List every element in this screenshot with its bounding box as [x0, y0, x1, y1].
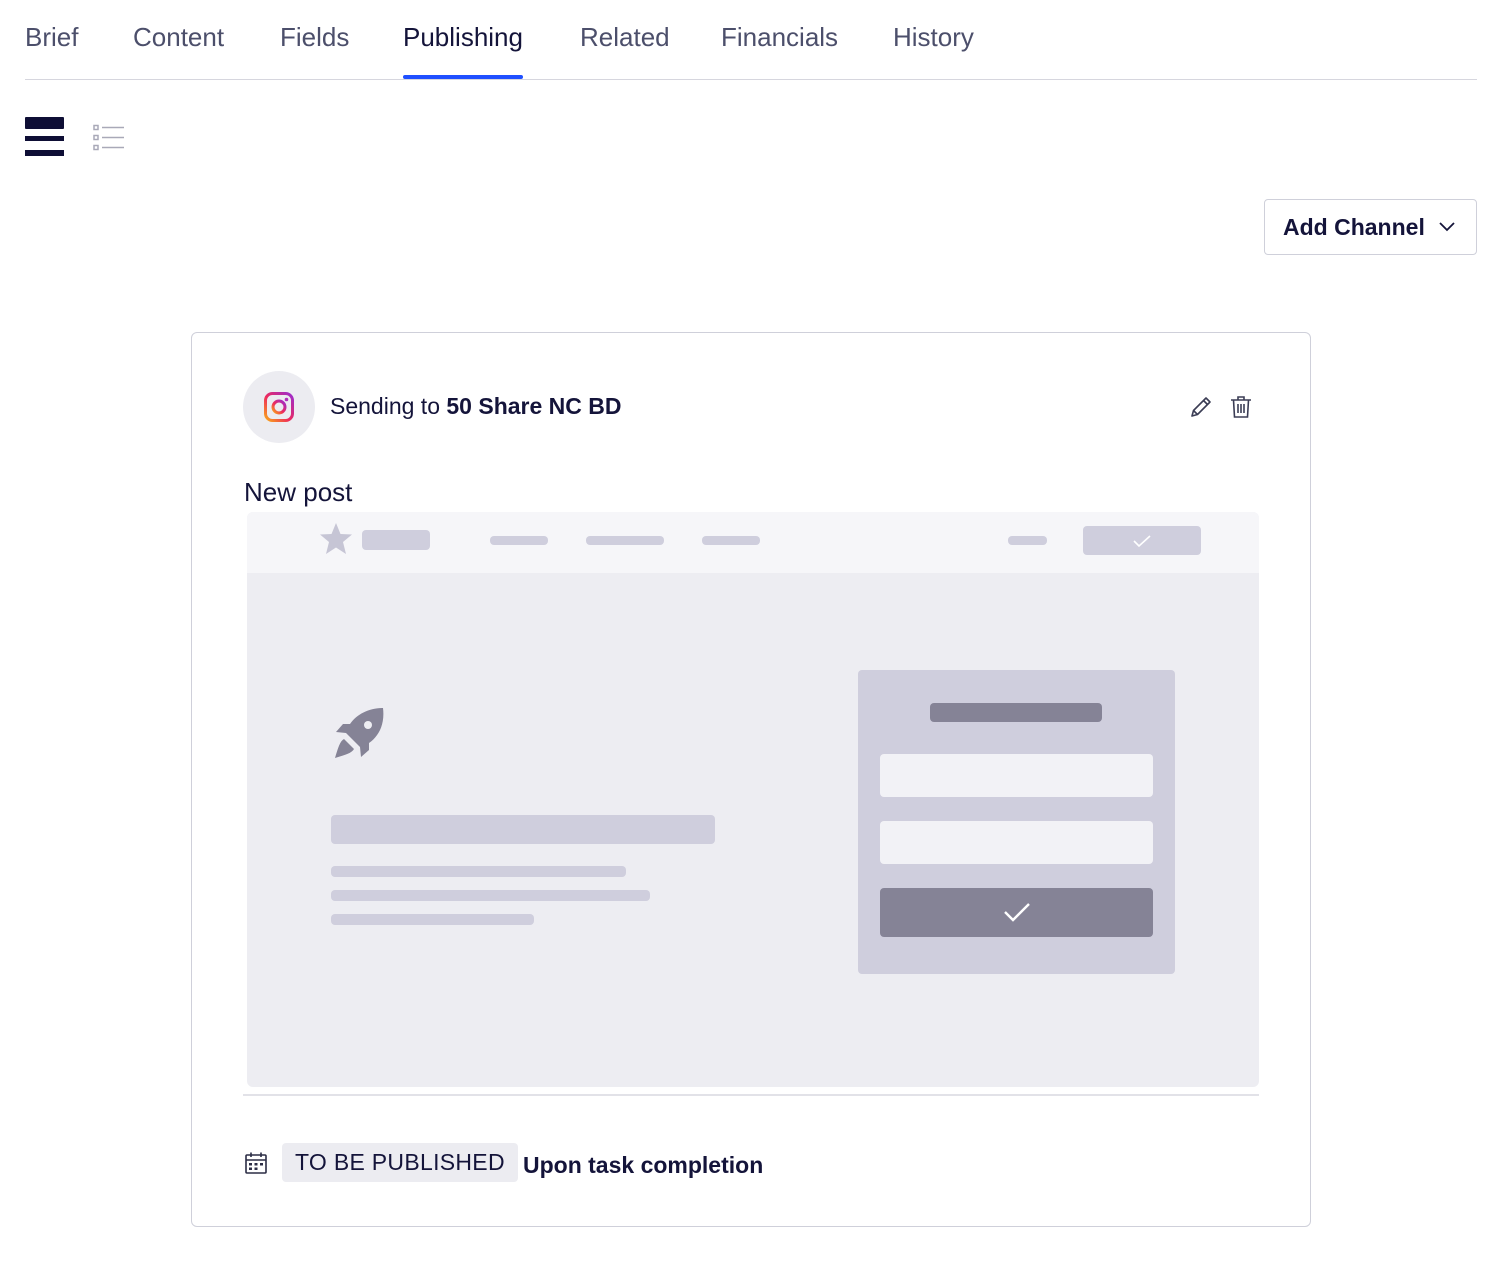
preview-nav-bar	[490, 536, 548, 545]
card-view-button[interactable]	[25, 117, 64, 157]
card-divider	[243, 1094, 1259, 1096]
tab-bar: Brief Content Fields Publishing Related …	[25, 0, 1477, 80]
preview-text-line	[331, 866, 626, 877]
trash-icon	[1231, 396, 1251, 418]
preview-nav-bar	[702, 536, 760, 545]
preview-header-button	[1083, 526, 1201, 555]
list-view-button[interactable]	[93, 124, 125, 152]
status-badge: TO BE PUBLISHED	[282, 1143, 518, 1182]
add-channel-button[interactable]: Add Channel	[1264, 199, 1477, 255]
card-view-icon	[25, 117, 64, 156]
check-icon	[1004, 903, 1030, 922]
tab-related[interactable]: Related	[580, 22, 670, 79]
preview-text-line	[331, 914, 534, 925]
calendar-icon	[245, 1152, 267, 1174]
sending-to-text: Sending to 50 Share NC BD	[330, 393, 622, 420]
channel-avatar	[243, 371, 315, 443]
edit-button[interactable]	[1188, 394, 1214, 420]
tab-content[interactable]: Content	[133, 22, 224, 79]
preview-nav-bar	[1008, 536, 1047, 545]
instagram-icon	[264, 392, 294, 422]
preview-nav-bar	[586, 536, 664, 545]
tab-history[interactable]: History	[893, 22, 974, 79]
sending-prefix: Sending to	[330, 393, 447, 419]
star-icon	[320, 523, 352, 554]
preview-form	[858, 670, 1175, 974]
channel-name: 50 Share NC BD	[446, 393, 622, 419]
preview-form-field	[880, 754, 1153, 797]
preview-headline-bar	[331, 815, 715, 844]
edit-icon	[1191, 397, 1211, 417]
tab-fields[interactable]: Fields	[280, 22, 349, 79]
tab-financials[interactable]: Financials	[721, 22, 838, 79]
preview-form-submit	[880, 888, 1153, 937]
tab-publishing[interactable]: Publishing	[403, 22, 523, 79]
delete-button[interactable]	[1228, 394, 1254, 420]
tab-brief[interactable]: Brief	[25, 22, 78, 79]
check-icon	[1133, 535, 1151, 548]
list-view-icon	[93, 124, 124, 151]
add-channel-label: Add Channel	[1283, 213, 1425, 240]
preview-text-line	[331, 890, 650, 901]
post-preview-image	[247, 512, 1259, 1087]
channel-card: Sending to 50 Share NC BD New post TO BE…	[191, 332, 1311, 1227]
schedule-text: Upon task completion	[523, 1152, 764, 1178]
post-title: New post	[244, 477, 353, 507]
preview-logo-bar	[362, 530, 430, 550]
preview-header	[247, 512, 1259, 573]
preview-form-field	[880, 821, 1153, 864]
rocket-icon	[335, 708, 384, 758]
chevron-down-icon	[1439, 222, 1455, 232]
preview-form-title	[930, 703, 1102, 722]
